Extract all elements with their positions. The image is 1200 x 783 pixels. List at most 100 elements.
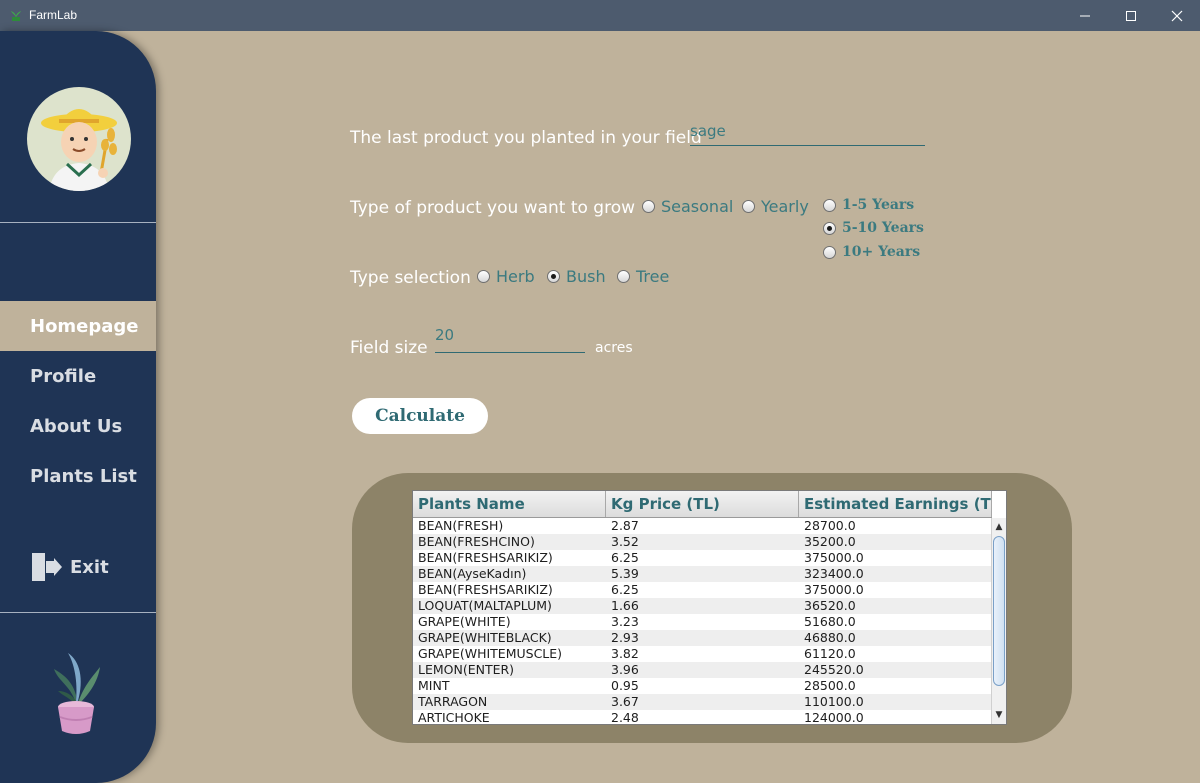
table-row[interactable]: GRAPE(WHITEBLACK) 2.93 46880.0 xyxy=(413,630,992,646)
window-title: FarmLab xyxy=(29,8,78,22)
radio-tree-dot xyxy=(617,270,630,283)
sidebar-item-about-us[interactable]: About Us xyxy=(0,401,156,451)
estimated-earnings-cell: 36520.0 xyxy=(804,598,856,613)
scroll-down-icon[interactable]: ▼ xyxy=(992,708,1006,722)
plant-name-cell: BEAN(FRESHCINO) xyxy=(418,534,535,549)
radio-5-10-years[interactable]: 5-10 Years xyxy=(823,220,924,236)
close-button[interactable] xyxy=(1154,0,1200,31)
scroll-up-icon[interactable]: ▲ xyxy=(992,520,1006,534)
plant-name-cell: GRAPE(WHITEMUSCLE) xyxy=(418,646,563,661)
radio-5-10-years-dot xyxy=(823,221,836,235)
radio-tree[interactable]: Tree xyxy=(617,267,669,286)
table-scrollbar[interactable]: ▲ ▼ xyxy=(991,518,1006,724)
column-header-kg-price[interactable]: Kg Price (TL) xyxy=(606,491,799,517)
sidebar-item-plants-list[interactable]: Plants List xyxy=(0,451,156,501)
radio-seasonal-dot xyxy=(642,200,655,213)
table-row[interactable]: MINT 0.95 28500.0 xyxy=(413,678,992,694)
radio-bush[interactable]: Bush xyxy=(547,267,606,286)
radio-tree-label: Tree xyxy=(636,267,670,286)
column-header-plants-name[interactable]: Plants Name xyxy=(413,491,606,517)
maximize-icon xyxy=(1126,10,1136,21)
radio-seasonal[interactable]: Seasonal xyxy=(642,197,733,216)
radio-1-5-years[interactable]: 1-5 Years xyxy=(823,197,914,213)
plant-name-cell: TARRAGON xyxy=(418,694,488,709)
table-row[interactable]: GRAPE(WHITE) 3.23 51680.0 xyxy=(413,614,992,630)
table-row[interactable]: LOQUAT(MALTAPLUM) 1.66 36520.0 xyxy=(413,598,992,614)
table-row[interactable]: BEAN(FRESH) 2.87 28700.0 xyxy=(413,518,992,534)
plant-name-cell: ARTICHOKE xyxy=(418,710,490,725)
minimize-icon xyxy=(1080,15,1090,16)
sidebar-divider-top xyxy=(0,222,156,223)
radio-seasonal-label: Seasonal xyxy=(661,197,734,216)
exit-label: Exit xyxy=(70,556,109,578)
last-product-input[interactable]: sage xyxy=(690,120,925,146)
field-size-unit: acres xyxy=(595,340,633,356)
estimated-earnings-cell: 124000.0 xyxy=(804,710,864,725)
app-plant-icon xyxy=(11,11,21,21)
sidebar-item-profile[interactable]: Profile xyxy=(0,351,156,401)
kg-price-cell: 3.67 xyxy=(611,694,639,709)
field-size-input[interactable]: 20 xyxy=(435,326,585,353)
radio-yearly-label: Yearly xyxy=(761,197,809,216)
table-row[interactable]: BEAN(AyseKadın) 5.39 323400.0 xyxy=(413,566,992,582)
kg-price-cell: 5.39 xyxy=(611,566,639,581)
radio-herb-label: Herb xyxy=(496,267,535,286)
plant-name-cell: GRAPE(WHITE) xyxy=(418,614,511,629)
table-row[interactable]: TARRAGON 3.67 110100.0 xyxy=(413,694,992,710)
radio-1-5-years-label: 1-5 Years xyxy=(842,197,915,213)
kg-price-cell: 3.52 xyxy=(611,534,639,549)
kg-price-cell: 6.25 xyxy=(611,582,639,597)
estimated-earnings-cell: 375000.0 xyxy=(804,582,864,597)
table-row[interactable]: BEAN(FRESHSARIKIZ) 6.25 375000.0 xyxy=(413,582,992,598)
estimated-earnings-cell: 35200.0 xyxy=(804,534,856,549)
exit-door-icon xyxy=(32,553,62,581)
radio-10-plus-years[interactable]: 10+ Years xyxy=(823,244,920,260)
product-type-label: Type of product you want to grow xyxy=(350,198,636,218)
kg-price-cell: 6.25 xyxy=(611,550,639,565)
maximize-button[interactable] xyxy=(1108,0,1154,31)
column-header-estimated-earnings[interactable]: Estimated Earnings (TL) xyxy=(799,491,992,517)
sidebar: Homepage Profile About Us Plants List Ex… xyxy=(0,31,156,783)
table-row[interactable]: BEAN(FRESHCINO) 3.52 35200.0 xyxy=(413,534,992,550)
estimated-earnings-cell: 110100.0 xyxy=(804,694,864,709)
scroll-thumb[interactable] xyxy=(993,536,1005,686)
radio-10-plus-years-label: 10+ Years xyxy=(842,244,921,260)
table-row[interactable]: GRAPE(WHITEMUSCLE) 3.82 61120.0 xyxy=(413,646,992,662)
radio-5-10-years-label: 5-10 Years xyxy=(842,220,924,236)
estimated-earnings-cell: 46880.0 xyxy=(804,630,856,645)
sidebar-item-homepage[interactable]: Homepage xyxy=(0,301,156,351)
kg-price-cell: 1.66 xyxy=(611,598,639,613)
table-header: Plants Name Kg Price (TL) Estimated Earn… xyxy=(413,491,992,518)
last-product-value: sage xyxy=(690,122,726,140)
radio-10-plus-years-dot xyxy=(823,245,836,259)
kg-price-cell: 3.96 xyxy=(611,662,639,677)
estimated-earnings-cell: 323400.0 xyxy=(804,566,864,581)
radio-herb-dot xyxy=(477,270,490,283)
table-row[interactable]: BEAN(FRESHSARIKIZ) 6.25 375000.0 xyxy=(413,550,992,566)
calculate-button[interactable]: Calculate xyxy=(352,398,488,434)
plant-name-cell: BEAN(FRESHSARIKIZ) xyxy=(418,550,553,565)
estimated-earnings-cell: 51680.0 xyxy=(804,614,856,629)
kg-price-cell: 2.93 xyxy=(611,630,639,645)
estimated-earnings-cell: 375000.0 xyxy=(804,550,864,565)
radio-herb[interactable]: Herb xyxy=(477,267,535,286)
table-body: BEAN(FRESH) 2.87 28700.0 BEAN(FRESHCINO) 3.5… xyxy=(413,518,992,725)
exit-button[interactable]: Exit xyxy=(30,550,109,584)
kg-price-cell: 2.87 xyxy=(611,518,639,533)
radio-bush-dot xyxy=(547,270,560,283)
radio-yearly-dot xyxy=(742,200,755,213)
estimated-earnings-cell: 28700.0 xyxy=(804,518,856,533)
table-row[interactable]: ARTICHOKE 2.48 124000.0 xyxy=(413,710,992,725)
type-selection-label: Type selection xyxy=(350,268,471,288)
kg-price-cell: 3.82 xyxy=(611,646,639,661)
minimize-button[interactable] xyxy=(1062,0,1108,31)
radio-1-5-years-dot xyxy=(823,198,836,212)
estimated-earnings-cell: 28500.0 xyxy=(804,678,856,693)
table-row[interactable]: LEMON(ENTER) 3.96 245520.0 xyxy=(413,662,992,678)
sidebar-divider-bottom xyxy=(0,612,156,613)
potted-plant-icon xyxy=(54,653,100,734)
plant-name-cell: LEMON(ENTER) xyxy=(418,662,515,677)
radio-yearly[interactable]: Yearly xyxy=(742,197,809,216)
plant-name-cell: LOQUAT(MALTAPLUM) xyxy=(418,598,552,613)
plant-name-cell: MINT xyxy=(418,678,450,693)
